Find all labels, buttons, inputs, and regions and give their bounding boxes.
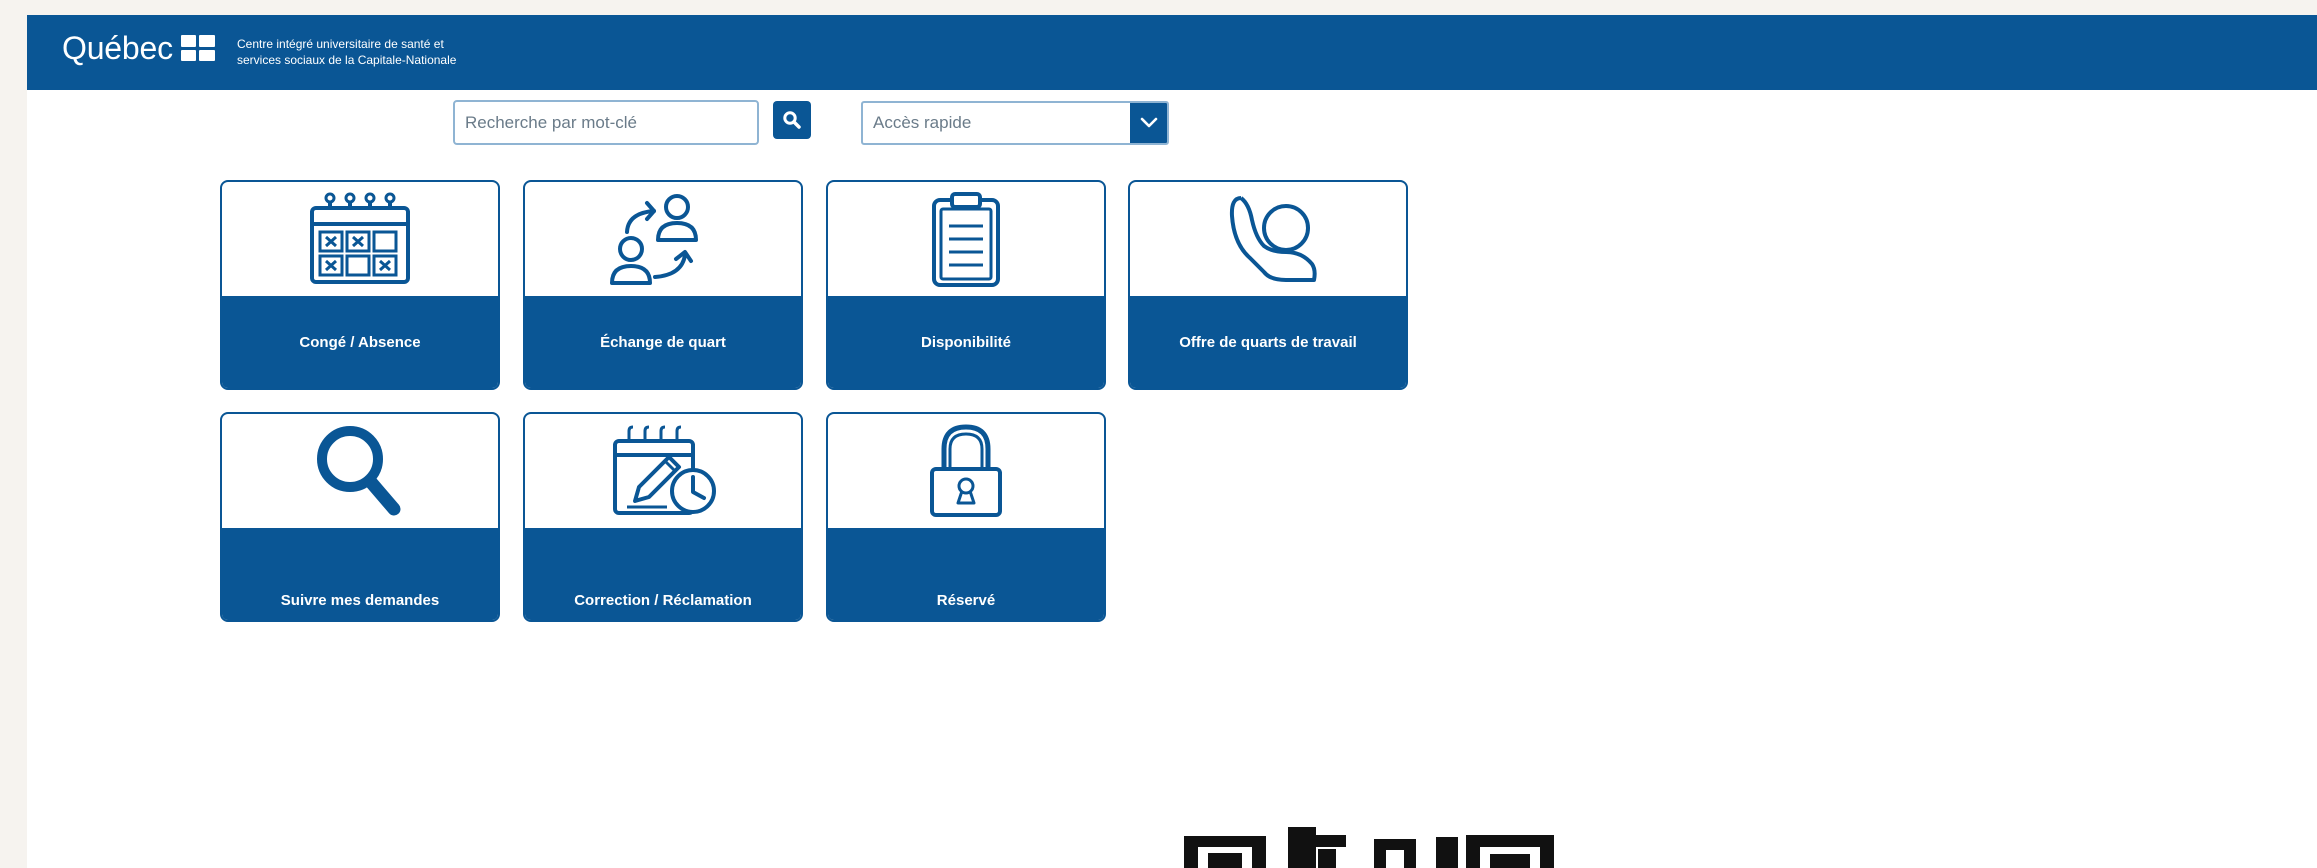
- brand-name: Québec: [62, 30, 173, 66]
- tile-label: Échange de quart: [525, 296, 801, 388]
- search-button[interactable]: [773, 101, 811, 139]
- quick-access-dropdown-button[interactable]: [1130, 103, 1167, 143]
- raised-hand-icon: [1229, 196, 1317, 282]
- padlock-icon: [930, 424, 1002, 517]
- calendar-edit-icon: [613, 425, 716, 515]
- qr-code-image: [1184, 827, 1554, 868]
- tile-correction-reclamation[interactable]: Correction / Réclamation: [523, 412, 803, 622]
- tile-visual: [1130, 182, 1406, 296]
- tile-reserve[interactable]: Réservé: [826, 412, 1106, 622]
- tile-label: Réservé: [828, 528, 1104, 620]
- magnifier-icon: [317, 426, 401, 516]
- tile-suivre-mes-demandes[interactable]: Suivre mes demandes: [220, 412, 500, 622]
- chevron-down-icon: [1140, 117, 1157, 128]
- tile-disponibilite[interactable]: Disponibilité: [826, 180, 1106, 390]
- tile-visual: [525, 414, 801, 528]
- tile-echange-de-quart[interactable]: Échange de quart: [523, 180, 803, 390]
- tile-visual: [222, 182, 498, 296]
- swap-people-icon: [610, 194, 698, 285]
- tile-visual: [525, 182, 801, 296]
- calendar-x-icon: [310, 192, 410, 284]
- quebec-flag-icon: [180, 35, 215, 61]
- site-header: Québec Centre intégré universitaire de s…: [27, 15, 2317, 90]
- tile-visual: [222, 414, 498, 528]
- tile-offre-de-quarts[interactable]: Offre de quarts de travail: [1128, 180, 1408, 390]
- quick-access-value: Accès rapide: [873, 113, 972, 132]
- search-input[interactable]: Recherche par mot-clé: [453, 100, 759, 145]
- tile-visual: [828, 182, 1104, 296]
- tile-visual: [828, 414, 1104, 528]
- search-icon: [783, 111, 801, 129]
- quebec-logo[interactable]: Québec: [62, 32, 215, 64]
- page-frame: Québec Centre intégré universitaire de s…: [27, 15, 2317, 868]
- tile-label: Offre de quarts de travail: [1130, 296, 1406, 388]
- clipboard-icon: [932, 192, 1000, 287]
- search-placeholder: Recherche par mot-clé: [465, 112, 637, 132]
- tile-label: Suivre mes demandes: [222, 528, 498, 620]
- quick-access-select[interactable]: Accès rapide: [861, 101, 1169, 145]
- tile-label: Congé / Absence: [222, 296, 498, 388]
- tile-label: Correction / Réclamation: [525, 528, 801, 620]
- tile-conge-absence[interactable]: Congé / Absence: [220, 180, 500, 390]
- tile-label: Disponibilité: [828, 296, 1104, 388]
- organization-name: Centre intégré universitaire de santé et…: [237, 37, 457, 67]
